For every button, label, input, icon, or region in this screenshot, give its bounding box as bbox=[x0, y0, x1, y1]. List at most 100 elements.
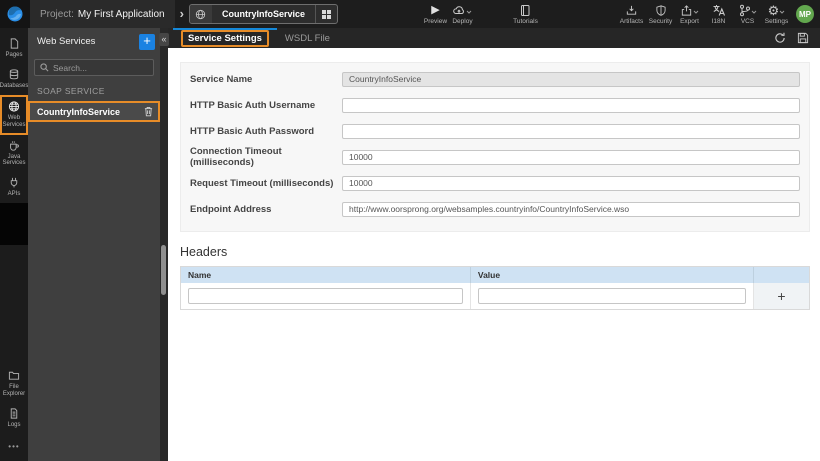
tabbar-actions bbox=[774, 28, 820, 48]
i18n-button[interactable]: I18N bbox=[704, 4, 733, 25]
save-button[interactable] bbox=[797, 32, 809, 44]
topbar-right-actions: Artifacts Security Export I18N VCS ⚙ Set… bbox=[617, 4, 791, 25]
preview-button[interactable]: ▶ Preview bbox=[422, 4, 449, 25]
topbar-left-actions: ▶ Preview Deploy Tutorials bbox=[422, 4, 539, 25]
sidebar-item-label: Logs bbox=[7, 422, 21, 429]
artifacts-label: Artifacts bbox=[619, 17, 644, 25]
download-tray-icon bbox=[625, 4, 638, 17]
dashboard-grid-icon[interactable] bbox=[314, 5, 337, 23]
soap-service-section-label: SOAP SERVICE bbox=[37, 86, 105, 96]
sidebar-section-divider bbox=[0, 203, 28, 246]
service-name-field bbox=[342, 71, 800, 87]
app-body: Pages Databases Web Services Java Servic… bbox=[0, 28, 820, 461]
service-list-item-countryinfoservice[interactable]: CountryInfoService bbox=[28, 101, 160, 122]
endpoint-address-field[interactable] bbox=[342, 201, 800, 217]
database-icon bbox=[8, 68, 20, 81]
headers-table: Name Value + bbox=[180, 266, 810, 310]
artifacts-button[interactable]: Artifacts bbox=[617, 4, 646, 25]
vcs-label: VCS bbox=[740, 17, 755, 25]
sidebar-item-label: Java Services bbox=[2, 153, 26, 167]
sidebar-item-file-explorer[interactable]: File Explorer bbox=[0, 365, 28, 403]
export-button[interactable]: Export bbox=[675, 4, 704, 25]
sidebar-item-web-services[interactable]: Web Services bbox=[0, 94, 28, 135]
left-sidebar: Pages Databases Web Services Java Servic… bbox=[0, 28, 28, 461]
tab-wsdl-file-label: WSDL File bbox=[284, 32, 330, 44]
user-avatar[interactable]: MP bbox=[796, 5, 814, 23]
panel-title: Web Services bbox=[37, 36, 96, 47]
topbar: Project: My First Application › CountryI… bbox=[0, 0, 820, 28]
sidebar-item-label: APIs bbox=[7, 191, 21, 198]
request-timeout-field[interactable] bbox=[342, 175, 800, 191]
vcs-button[interactable]: VCS bbox=[733, 4, 762, 25]
play-icon: ▶ bbox=[431, 3, 440, 16]
sidebar-item-pages[interactable]: Pages bbox=[0, 33, 28, 64]
service-tabbar: Service Settings WSDL File bbox=[168, 28, 820, 48]
deploy-button[interactable]: Deploy bbox=[449, 4, 476, 25]
tab-service-settings[interactable]: Service Settings bbox=[173, 28, 277, 48]
service-name-label: Service Name bbox=[190, 73, 253, 85]
add-header-button[interactable]: + bbox=[753, 283, 809, 309]
connection-timeout-label: Connection Timeout (milliseconds) bbox=[190, 146, 282, 168]
sidebar-item-databases[interactable]: Databases bbox=[0, 64, 28, 95]
tutorials-button[interactable]: Tutorials bbox=[512, 4, 539, 25]
header-col-action bbox=[753, 267, 809, 283]
sidebar-item-logs[interactable]: Logs bbox=[0, 403, 28, 434]
coffee-cup-icon bbox=[8, 139, 20, 152]
cloud-upload-icon bbox=[452, 4, 466, 17]
tab-wsdl-file[interactable]: WSDL File bbox=[277, 28, 338, 48]
search-icon bbox=[40, 63, 49, 72]
request-timeout-label: Request Timeout (milliseconds) bbox=[190, 177, 334, 189]
deploy-label: Deploy bbox=[452, 17, 473, 25]
export-label: Export bbox=[680, 17, 699, 25]
folder-icon bbox=[8, 369, 20, 382]
vcs-caret-icon bbox=[751, 4, 757, 16]
web-services-panel: Web Services + SOAP SERVICE CountryInfoS… bbox=[28, 28, 160, 461]
service-settings-form: Service Name HTTP Basic Auth Username HT… bbox=[180, 62, 810, 232]
collapse-panel-button[interactable]: « bbox=[159, 33, 169, 46]
header-name-input[interactable] bbox=[188, 288, 463, 304]
sidebar-item-label: File Explorer bbox=[2, 384, 26, 398]
preview-label: Preview bbox=[423, 17, 448, 25]
refresh-button[interactable] bbox=[774, 32, 786, 44]
trash-icon[interactable] bbox=[144, 106, 153, 117]
sidebar-item-label: Pages bbox=[5, 52, 23, 58]
branch-icon bbox=[738, 4, 751, 17]
search-input[interactable] bbox=[53, 62, 148, 73]
headers-table-row: + bbox=[181, 283, 809, 309]
header-value-input[interactable] bbox=[477, 288, 746, 304]
form-row-connection-timeout: Connection Timeout (milliseconds) bbox=[190, 144, 800, 170]
service-settings-content: Service Name HTTP Basic Auth Username HT… bbox=[168, 48, 820, 461]
active-tab-indicator bbox=[173, 28, 277, 30]
sidebar-item-label: Databases bbox=[0, 82, 29, 89]
settings-button[interactable]: ⚙ Settings bbox=[762, 4, 791, 25]
header-col-value: Value bbox=[469, 267, 753, 283]
i18n-label: I18N bbox=[711, 17, 726, 25]
add-service-button[interactable]: + bbox=[139, 33, 155, 50]
export-caret-icon bbox=[693, 4, 699, 16]
deploy-caret-icon bbox=[466, 4, 472, 16]
book-icon bbox=[519, 4, 531, 17]
service-search[interactable] bbox=[34, 59, 154, 76]
translate-icon bbox=[712, 4, 726, 17]
log-file-icon bbox=[8, 407, 20, 420]
headers-section-title: Headers bbox=[180, 245, 228, 259]
connection-timeout-field[interactable] bbox=[342, 149, 800, 165]
auth-password-field[interactable] bbox=[342, 123, 800, 139]
divider-scrollbar-thumb[interactable] bbox=[161, 245, 166, 295]
security-button[interactable]: Security bbox=[646, 4, 675, 25]
headers-table-head: Name Value bbox=[181, 267, 809, 283]
breadcrumb-chevron-icon: › bbox=[179, 5, 184, 21]
sidebar-item-apis[interactable]: APIs bbox=[0, 172, 28, 203]
form-row-auth-username: HTTP Basic Auth Username bbox=[190, 92, 800, 118]
gear-icon: ⚙ bbox=[767, 2, 780, 18]
main-area: Service Settings WSDL File Service Name bbox=[168, 28, 820, 461]
auth-username-field[interactable] bbox=[342, 97, 800, 113]
project-label: Project: bbox=[40, 8, 74, 20]
plug-icon bbox=[8, 176, 20, 189]
open-service-tab[interactable]: CountryInfoService bbox=[188, 4, 338, 24]
sidebar-more-icon[interactable]: ••• bbox=[8, 434, 19, 461]
sidebar-item-java-services[interactable]: Java Services bbox=[0, 135, 28, 173]
auth-password-label: HTTP Basic Auth Password bbox=[190, 125, 315, 137]
app-logo[interactable] bbox=[0, 0, 30, 28]
form-row-service-name: Service Name bbox=[190, 66, 800, 92]
